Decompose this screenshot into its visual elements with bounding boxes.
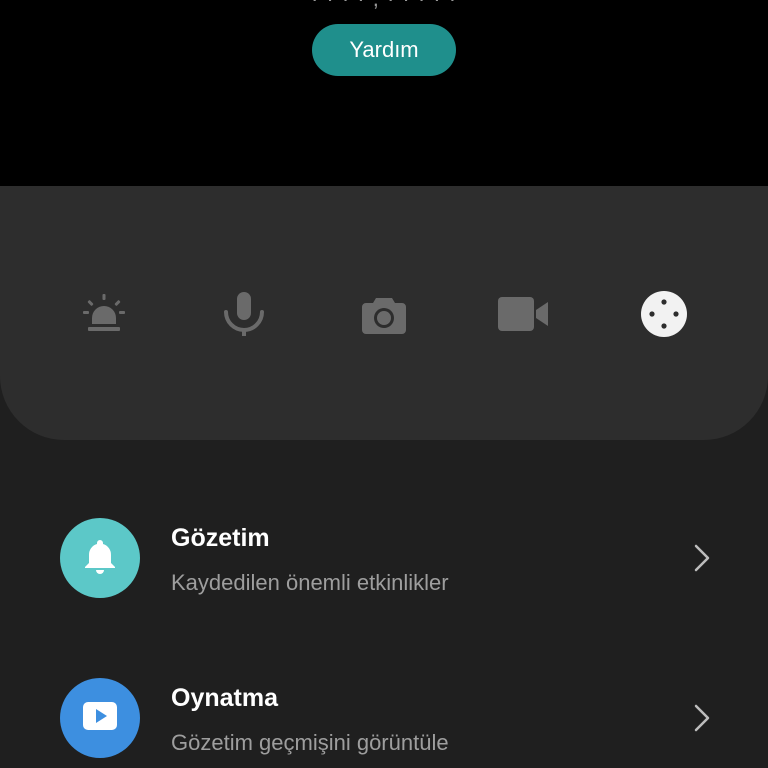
video-camera-icon	[498, 290, 550, 338]
list-item-subtitle: Kaydedilen önemli etkinlikler	[171, 570, 449, 595]
siren-button[interactable]	[80, 290, 128, 338]
offline-message: · · · · , · · · · ·	[0, 0, 768, 12]
microphone-button[interactable]	[220, 290, 268, 338]
joystick-icon	[640, 290, 688, 338]
bell-icon	[80, 536, 120, 581]
chevron-right-icon	[690, 702, 714, 734]
record-button[interactable]	[498, 290, 550, 338]
siren-icon	[80, 290, 128, 338]
list-item-subtitle: Gözetim geçmişini görüntüle	[171, 730, 449, 755]
play-icon-badge	[60, 678, 140, 758]
chevron-right-icon	[690, 542, 714, 574]
camera-icon	[360, 290, 408, 338]
bell-icon-badge	[60, 518, 140, 598]
play-icon	[80, 696, 120, 741]
direction-pad-button[interactable]	[640, 290, 688, 338]
list-item-playback[interactable]: Oynatma Gözetim geçmişini görüntüle	[0, 660, 768, 768]
list-item-title: Gözetim	[171, 524, 270, 552]
video-preview[interactable]: · · · · , · · · · · Yardım	[0, 0, 768, 200]
list-item-title: Oynatma	[171, 684, 278, 712]
control-panel	[0, 186, 768, 440]
list-item-surveillance[interactable]: Gözetim Kaydedilen önemli etkinlikler	[0, 500, 768, 620]
help-button[interactable]: Yardım	[312, 24, 456, 76]
camera-screen: · · · · , · · · · · Yardım	[0, 0, 768, 768]
microphone-icon	[220, 290, 268, 338]
screenshot-button[interactable]	[360, 290, 408, 338]
